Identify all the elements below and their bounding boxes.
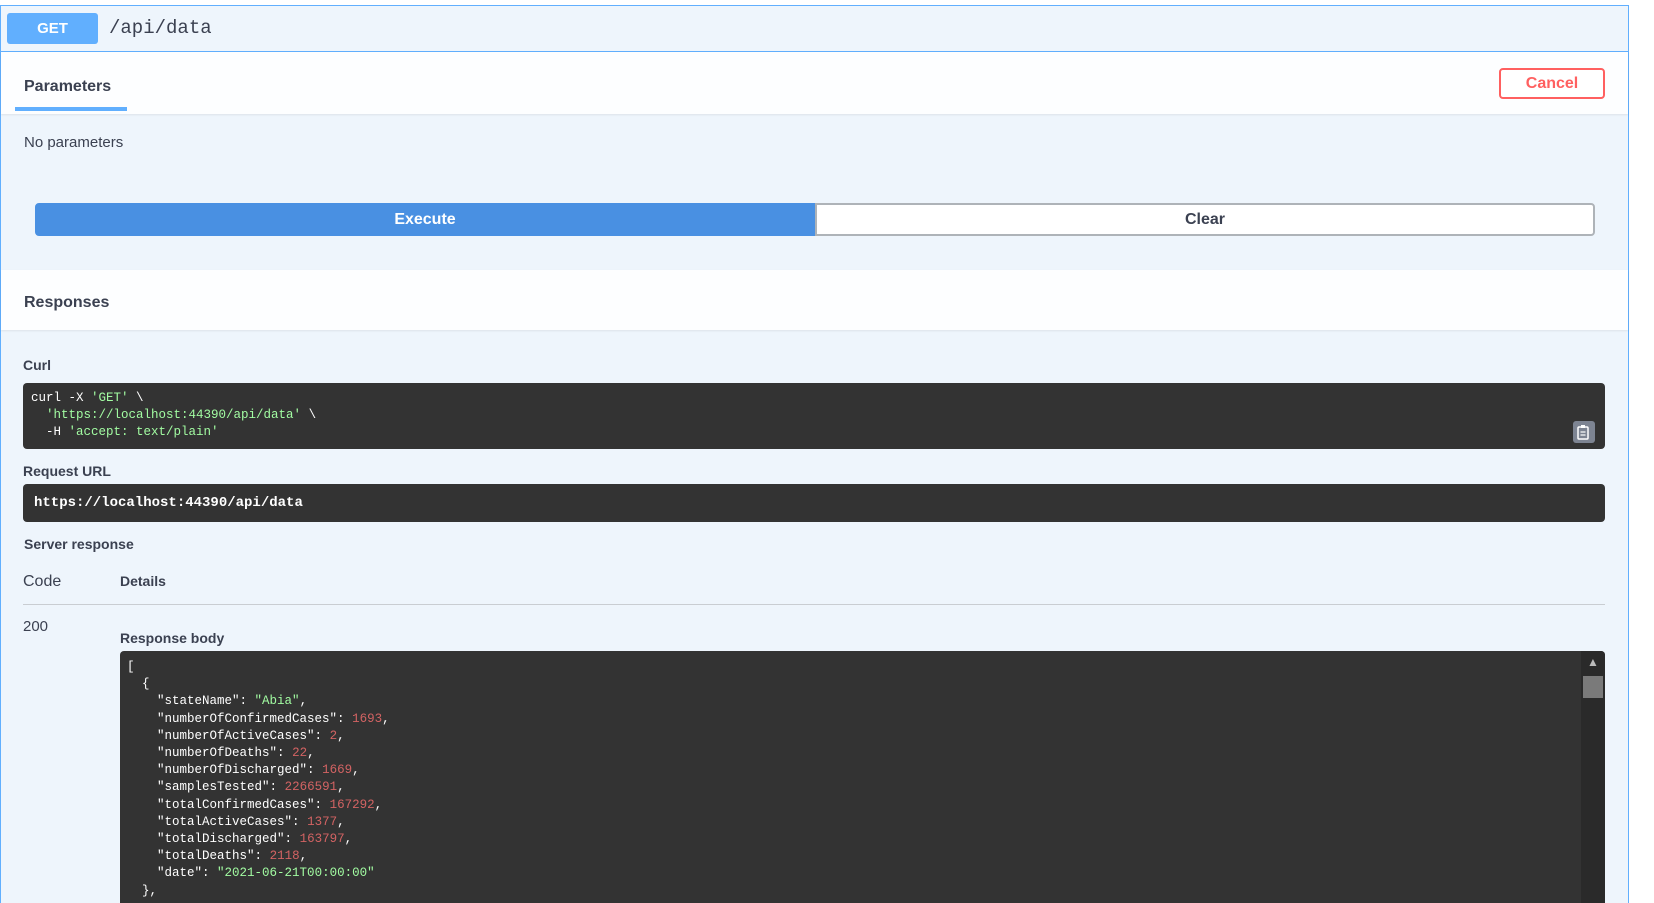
json-key: "samplesTested" (157, 780, 270, 795)
execute-button[interactable]: Execute (35, 203, 815, 236)
response-body-code: [ { "stateName": "Abia", "numberOfConfir… (127, 660, 390, 898)
json-key: "totalActiveCases" (157, 814, 293, 829)
json-key: "numberOfActiveCases" (157, 728, 315, 743)
response-body-scrollbar[interactable]: ▲ (1581, 651, 1605, 903)
curl-command-block[interactable]: curl -X 'GET' \ 'https://localhost:44390… (23, 383, 1605, 449)
json-value: "Abia" (254, 694, 300, 709)
curl-line1-end: \ (128, 391, 144, 405)
json-key: "stateName" (157, 694, 240, 709)
json-key: "date" (157, 866, 203, 881)
response-body-label: Response body (120, 630, 225, 646)
curl-header: 'accept: text/plain' (68, 425, 219, 439)
json-value: 2266591 (284, 780, 338, 795)
json-value: 1377 (307, 814, 338, 829)
curl-method: 'GET' (91, 391, 129, 405)
no-parameters-text: No parameters (24, 134, 124, 151)
method-badge: GET (7, 13, 98, 44)
request-url-block[interactable]: https://localhost:44390/api/data (23, 484, 1605, 522)
request-url-label: Request URL (23, 463, 111, 479)
curl-label: Curl (23, 357, 51, 373)
copy-clipboard-icon[interactable] (1573, 421, 1595, 443)
json-open-bracket: [ (127, 660, 135, 674)
json-open-brace: { (127, 677, 150, 692)
clear-button[interactable]: Clear (815, 203, 1595, 236)
tab-parameters[interactable]: Parameters (24, 78, 111, 96)
curl-cmd: curl -X (31, 391, 92, 405)
scrollbar-thumb[interactable] (1583, 676, 1603, 698)
cancel-button[interactable]: Cancel (1499, 68, 1605, 99)
json-value: 22 (292, 746, 308, 761)
execute-wrapper: Execute Clear (35, 203, 1595, 236)
json-value: 167292 (329, 797, 375, 812)
json-key: "totalConfirmedCases" (157, 797, 315, 812)
code-column-header: Code (23, 573, 62, 590)
operation-header[interactable]: GET /api/data (1, 6, 1628, 52)
endpoint-path: /api/data (109, 17, 212, 39)
json-value: 1669 (322, 763, 353, 778)
json-value: 163797 (299, 832, 345, 847)
json-key: "numberOfDischarged" (157, 763, 308, 778)
json-close-brace: }, (127, 883, 158, 898)
chevron-up-icon[interactable]: ▲ (1587, 655, 1599, 669)
table-divider (23, 604, 1605, 605)
json-key: "numberOfDeaths" (157, 746, 278, 761)
response-body-block[interactable]: [ { "stateName": "Abia", "numberOfConfir… (120, 651, 1605, 903)
server-response-label: Server response (24, 536, 134, 552)
json-value: 2 (329, 728, 338, 743)
json-value: "2021-06-21T00:00:00" (217, 866, 375, 881)
responses-section-header: Responses (1, 270, 1628, 330)
json-value: 1693 (352, 711, 383, 726)
json-key: "numberOfConfirmedCases" (157, 711, 338, 726)
tab-active-indicator (15, 107, 127, 111)
curl-url: 'https://localhost:44390/api/data' (46, 408, 302, 422)
details-column-header: Details (120, 573, 166, 589)
json-value: 2118 (269, 849, 300, 864)
responses-title: Responses (24, 294, 110, 311)
status-code: 200 (23, 618, 49, 635)
curl-header-flag: -H (31, 425, 69, 439)
json-key: "totalDeaths" (157, 849, 255, 864)
curl-line2-end: \ (301, 408, 317, 422)
json-key: "totalDischarged" (157, 832, 285, 847)
parameters-section-header: Parameters Cancel (1, 52, 1628, 114)
